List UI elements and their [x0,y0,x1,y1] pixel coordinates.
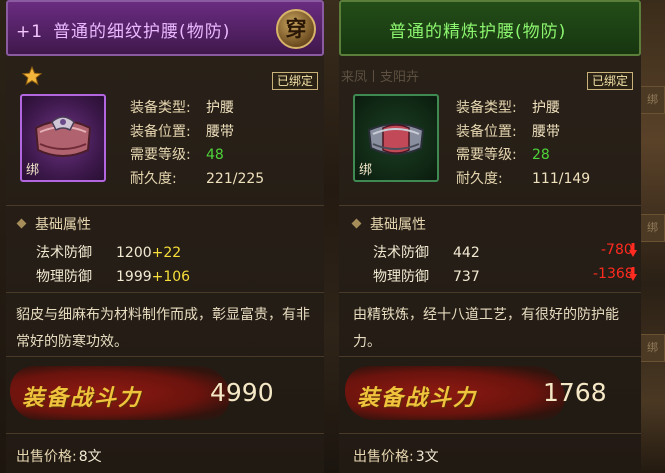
stat-magic-defense: 法术防御 1200+22 [36,245,182,261]
stat-physical-defense: 物理防御 1999+106 [36,269,191,285]
stat-physical-defense: 物理防御 737 -1368 [373,266,634,285]
divider [6,292,324,293]
waist-belt-purple-icon [34,116,92,157]
compare-item-tooltip: 普通的精炼护腰(物防) 来凤丨支阳卉 已绑定 绑 装备类型: 护腰 装备位置: 腰带… [339,0,641,473]
bind-tag: 绑 [359,163,373,178]
attr-level: 需要等级: 28 [456,147,550,163]
attr-slot: 装备位置: 腰带 [130,123,234,140]
divider [339,292,641,293]
attribute-list: 装备类型: 护腰 装备位置: 腰带 需要等级: 48 耐久度: 221/225 [130,97,264,191]
attr-type: 装备类型: 护腰 [130,100,234,116]
attr-durability: 耐久度: 111/149 [456,170,591,187]
divider [6,433,324,434]
side-tab[interactable]: 绑 [640,86,665,114]
bound-badge: 已绑定 [586,72,633,90]
item-header: +1 普通的细纹护腰(物防) 穿 [6,0,324,56]
attr-type: 装备类型: 护腰 [456,100,560,116]
arrow-down-icon [629,243,637,257]
divider [339,433,641,434]
divider [6,356,324,357]
bound-badge: 已绑定 [271,72,318,90]
item-header: 普通的精炼护腰(物防) [339,0,641,56]
divider [6,205,324,206]
arrow-down-icon [629,267,637,281]
sell-price: 出售价格: 3文 [353,449,439,465]
equipped-badge: 穿 [276,9,316,49]
star-icon [22,66,42,86]
sell-price: 出售价格: 8文 [16,449,102,465]
attr-slot: 装备位置: 腰带 [456,123,560,140]
item-name: 普通的细纹护腰(物防) [53,22,231,42]
enhance-level: +1 [16,22,44,42]
stat-diff: -1368 [593,266,634,282]
item-icon-frame: 绑 [353,94,439,182]
attr-durability: 耐久度: 221/225 [130,170,265,187]
attr-level: 需要等级: 48 [130,147,224,163]
item-description: 由精铁炼，经十八道工艺，有很好的防护能力。 [353,307,619,350]
combat-power-label: 装备战斗力 [357,385,478,411]
stat-magic-defense: 法术防御 442 -780 [373,242,633,261]
combat-power-label: 装备战斗力 [22,385,143,411]
item-name: 普通的精炼护腰(物防) [389,22,567,42]
background-strip-right: 绑 绑 绑 [640,0,665,473]
base-attributes-title: 基础属性 [351,214,426,234]
combat-power-value: 4990 [210,378,274,407]
base-attributes-title: 基础属性 [16,214,91,234]
item-title: +1 普通的细纹护腰(物防) [16,17,230,42]
combat-power: 装备战斗力 1768 [345,358,635,428]
attribute-list: 装备类型: 护腰 装备位置: 腰带 需要等级: 28 耐久度: 111/149 [456,97,590,191]
item-description: 貂皮与细麻布为材料制作而成，彰显富贵，有非常好的防寒功效。 [16,307,310,350]
bind-tag: 绑 [26,163,40,178]
divider [339,356,641,357]
stat-diff: -780 [601,242,633,258]
divider [339,205,641,206]
item-icon-frame: 绑 [20,94,106,182]
side-tab[interactable]: 绑 [640,214,665,242]
side-tab[interactable]: 绑 [640,334,665,362]
diamond-icon [16,218,27,229]
waist-belt-green-icon [367,123,425,155]
combat-power-value: 1768 [543,378,607,407]
background-text: 来凤丨支阳卉 [341,70,420,85]
combat-power: 装备战斗力 4990 [10,358,318,428]
equipped-item-tooltip: +1 普通的细纹护腰(物防) 穿 已绑定 绑 装备类型: 护腰 装备位置: 腰带 需要… [6,0,324,473]
diamond-icon [351,218,362,229]
